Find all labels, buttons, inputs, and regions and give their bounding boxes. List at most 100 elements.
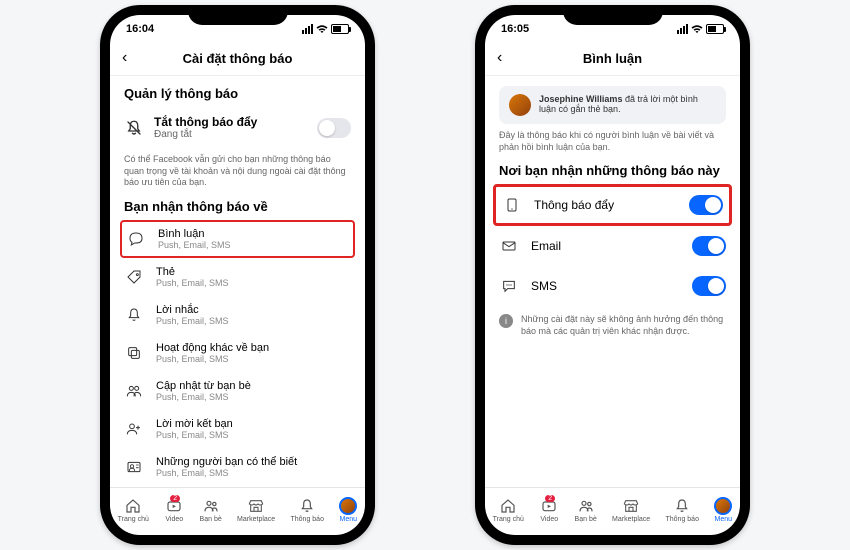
tab-label: Thông báo	[666, 516, 699, 523]
tab-market[interactable]: Marketplace	[237, 497, 275, 523]
info-row: i Những cài đặt này sẽ không ảnh hưởng đ…	[499, 314, 726, 337]
row-title: Lời mời kết bạn	[156, 418, 351, 430]
tab-label: Marketplace	[237, 516, 275, 523]
notif-category-row[interactable]: Hoạt động khác về bạn Push, Email, SMS	[124, 334, 351, 372]
helper-text: Đây là thông báo khi có người bình luận …	[499, 130, 726, 153]
tab-bar: Trang chủ Video2 Bạn bè Marketplace Thông bá…	[485, 487, 740, 535]
comment-icon	[126, 229, 146, 249]
section-channels-title: Nơi bạn nhận những thông báo này	[499, 163, 726, 178]
channel-title: Thông báo đẩy	[534, 198, 677, 212]
bell-slash-icon	[124, 118, 144, 138]
screen: 16:05 ‹ Bình luận Josephine Williams đã …	[485, 15, 740, 535]
wifi-icon	[691, 24, 703, 34]
tab-label: Menu	[715, 516, 733, 523]
push-toggle-row[interactable]: Tắt thông báo đẩy Đang tắt	[124, 107, 351, 148]
channel-row-sms[interactable]: SMS	[499, 266, 726, 306]
channel-toggle[interactable]	[692, 236, 726, 256]
tab-home[interactable]: Trang chủ	[118, 497, 149, 523]
push-off-sub: Đang tắt	[154, 129, 307, 140]
phone-frame-left: 16:04 ‹ Cài đặt thông báo Quản lý thông …	[100, 5, 375, 545]
notch	[563, 5, 663, 25]
channel-row-push[interactable]: Thông báo đẩy	[493, 184, 732, 226]
tab-label: Video	[165, 516, 183, 523]
friends-icon	[576, 497, 596, 515]
avatar-icon	[714, 497, 732, 515]
content-scroll[interactable]: Quản lý thông báo Tắt thông báo đẩy Đang…	[110, 76, 365, 487]
notif-category-row[interactable]: Lời mời kết bạn Push, Email, SMS	[124, 410, 351, 448]
notif-category-row[interactable]: Cập nhật từ bạn bè Push, Email, SMS	[124, 372, 351, 410]
notif-category-row[interactable]: Thẻ Push, Email, SMS	[124, 258, 351, 296]
market-icon	[621, 497, 641, 515]
tab-video[interactable]: Video2	[539, 497, 559, 523]
push-off-title: Tắt thông báo đẩy	[154, 115, 307, 129]
friends-icon	[124, 381, 144, 401]
info-text: Những cài đặt này sẽ không ảnh hưởng đến…	[521, 314, 726, 337]
helper-text: Có thể Facebook vẫn gửi cho bạn những th…	[124, 154, 351, 189]
tab-label: Marketplace	[612, 516, 650, 523]
tab-label: Bạn bè	[200, 516, 222, 523]
row-sub: Push, Email, SMS	[156, 430, 351, 440]
status-time: 16:05	[501, 23, 529, 35]
tab-label: Trang chủ	[118, 516, 149, 523]
notif-preview-card: Josephine Williams đã trả lời một bình l…	[499, 86, 726, 124]
notif-category-row[interactable]: Lời nhắc Push, Email, SMS	[124, 296, 351, 334]
header: ‹ Bình luận	[485, 43, 740, 76]
home-icon	[498, 497, 518, 515]
friends-icon	[201, 497, 221, 515]
phone-frame-right: 16:05 ‹ Bình luận Josephine Williams đã …	[475, 5, 750, 545]
tab-bar: Trang chủ Video 2 Bạn bè Marketplace Thông bá…	[110, 487, 365, 535]
content-scroll[interactable]: Josephine Williams đã trả lời một bình l…	[485, 76, 740, 487]
row-title: Thẻ	[156, 266, 351, 278]
tab-notif[interactable]: Thông báo	[291, 497, 324, 523]
channel-toggle[interactable]	[692, 276, 726, 296]
channel-title: Email	[531, 239, 680, 253]
row-sub: Push, Email, SMS	[156, 278, 351, 288]
push-icon	[502, 195, 522, 215]
row-sub: Push, Email, SMS	[156, 468, 351, 478]
notif-category-row[interactable]: Bình luận Push, Email, SMS	[120, 220, 355, 258]
tab-label: Trang chủ	[493, 516, 524, 523]
tab-avatar[interactable]: Menu	[714, 497, 732, 523]
tab-friends[interactable]: Bạn bè	[200, 497, 222, 523]
header-title: Cài đặt thông báo	[122, 51, 353, 66]
tab-video[interactable]: Video 2	[164, 497, 184, 523]
wifi-icon	[316, 24, 328, 34]
tab-avatar[interactable]: Menu	[339, 497, 357, 523]
bell-icon	[124, 305, 144, 325]
channel-row-mail[interactable]: Email	[499, 226, 726, 266]
avatar	[509, 94, 531, 116]
status-time: 16:04	[126, 23, 154, 35]
tag-icon	[124, 267, 144, 287]
home-icon	[123, 497, 143, 515]
battery-icon	[706, 24, 724, 34]
notif-text: Josephine Williams đã trả lời một bình l…	[539, 94, 716, 114]
badge: 2	[170, 495, 180, 502]
row-sub: Push, Email, SMS	[158, 240, 349, 250]
status-right	[677, 24, 724, 34]
screen: 16:04 ‹ Cài đặt thông báo Quản lý thông …	[110, 15, 365, 535]
section-about-title: Bạn nhận thông báo về	[124, 199, 351, 214]
notif-category-row[interactable]: Những người bạn có thể biết Push, Email,…	[124, 448, 351, 486]
battery-icon	[331, 24, 349, 34]
market-icon	[246, 497, 266, 515]
row-title: Cập nhật từ bạn bè	[156, 380, 351, 392]
sms-icon	[499, 276, 519, 296]
row-sub: Push, Email, SMS	[156, 316, 351, 326]
status-right	[302, 24, 349, 34]
channel-title: SMS	[531, 279, 680, 293]
tab-notif[interactable]: Thông báo	[666, 497, 699, 523]
section-manage-title: Quản lý thông báo	[124, 86, 351, 101]
row-title: Hoạt động khác về bạn	[156, 342, 351, 354]
pymk-icon	[124, 457, 144, 477]
tab-market[interactable]: Marketplace	[612, 497, 650, 523]
tab-home[interactable]: Trang chủ	[493, 497, 524, 523]
header-title: Bình luận	[497, 51, 728, 66]
signal-icon	[302, 24, 313, 34]
tab-label: Bạn bè	[575, 516, 597, 523]
avatar-icon	[339, 497, 357, 515]
channel-toggle[interactable]	[689, 195, 723, 215]
copy-icon	[124, 343, 144, 363]
tab-label: Thông báo	[291, 516, 324, 523]
tab-friends[interactable]: Bạn bè	[575, 497, 597, 523]
push-master-toggle[interactable]	[317, 118, 351, 138]
